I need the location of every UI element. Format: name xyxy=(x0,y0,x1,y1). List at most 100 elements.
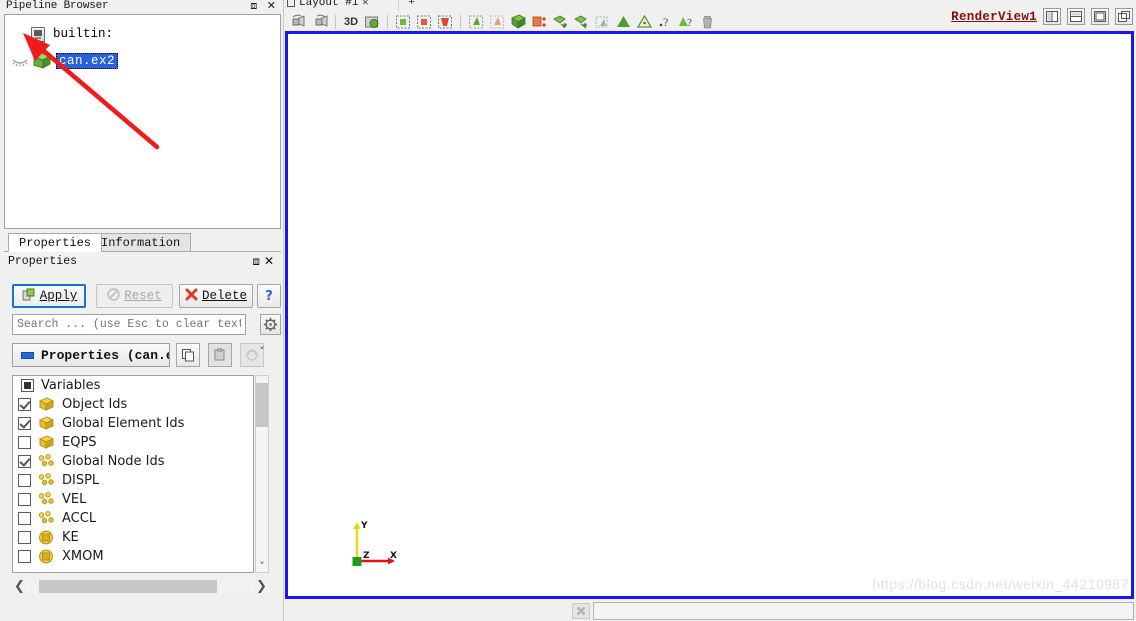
plot-selection-icon[interactable] xyxy=(614,13,632,31)
point-data-icon xyxy=(38,492,55,507)
hover-points-icon[interactable] xyxy=(593,13,611,31)
variable-checkbox[interactable] xyxy=(18,436,31,449)
collapse-icon xyxy=(21,351,34,359)
variable-checkbox[interactable] xyxy=(18,398,31,411)
variables-rows: Object Ids Global Element Ids EQPS Global N… xyxy=(13,395,253,566)
pipeline-item-can-ex2-label: can.ex2 xyxy=(56,53,119,69)
variables-scrollbar-thumb[interactable] xyxy=(256,383,268,427)
hover-cells-icon[interactable] xyxy=(572,13,590,31)
properties-horizontal-scrollbar[interactable]: ❮ ❯ xyxy=(12,578,269,594)
delete-button[interactable]: Delete xyxy=(179,284,253,308)
close-icon[interactable]: ✕ xyxy=(362,0,368,9)
properties-group-row: Properties (can.e xyxy=(12,343,272,367)
properties-dock-buttons[interactable]: ⧈✕ xyxy=(252,254,278,269)
delete-icon xyxy=(185,288,198,305)
variable-label: KE xyxy=(62,530,79,545)
find-data-icon[interactable]: ? xyxy=(656,13,674,31)
paste-icon[interactable] xyxy=(208,343,232,367)
gear-icon[interactable] xyxy=(260,314,281,335)
variable-checkbox[interactable] xyxy=(18,417,31,430)
select-cells-frustum-icon[interactable] xyxy=(436,13,454,31)
variables-header-row[interactable]: Variables xyxy=(13,376,253,395)
undock-button[interactable] xyxy=(1115,8,1133,25)
help-button[interactable]: ? xyxy=(257,284,281,308)
select-block-icon[interactable] xyxy=(509,13,527,31)
search-input[interactable] xyxy=(12,314,246,335)
pipeline-item-can-ex2[interactable]: can.ex2 xyxy=(11,51,119,71)
chevron-left-icon[interactable]: ❮ xyxy=(12,578,27,594)
camera-interaction-icon[interactable] xyxy=(363,13,381,31)
variable-checkbox[interactable] xyxy=(18,550,31,563)
variable-label: ACCL xyxy=(62,511,97,526)
select-cells-polygon-icon[interactable] xyxy=(467,13,485,31)
variables-header-checkbox[interactable] xyxy=(21,379,34,392)
layout-tab[interactable]: Layout #1 ✕ xyxy=(287,0,368,11)
point-data-icon xyxy=(38,473,55,488)
orientation-axes-widget[interactable]: Y X Z xyxy=(351,516,411,571)
apply-button[interactable]: Apply xyxy=(12,284,86,308)
reset-button[interactable]: Reset xyxy=(96,284,173,308)
variable-label: XMOM xyxy=(62,549,104,564)
variable-row[interactable]: XMOM xyxy=(13,547,253,566)
toolbar-separator xyxy=(387,14,388,29)
variable-row[interactable]: Global Node Ids xyxy=(13,452,253,471)
variables-list[interactable]: Variables Object Ids Global Element Ids EQ… xyxy=(12,375,254,573)
chevron-down-icon[interactable]: ˅ xyxy=(255,559,269,573)
chevron-right-icon[interactable]: ❯ xyxy=(254,578,269,594)
copy-icon[interactable] xyxy=(176,343,200,367)
chevron-up-icon[interactable]: ˅ xyxy=(255,344,269,358)
extract-selection-icon[interactable] xyxy=(635,13,653,31)
render-view-canvas[interactable]: Y X Z https://blog.csdn.net/weixin_44210… xyxy=(285,31,1134,599)
split-horizontal-button[interactable] xyxy=(1043,8,1061,25)
variable-row[interactable]: Object Ids xyxy=(13,395,253,414)
properties-action-buttons: Apply Reset Delete ? xyxy=(8,284,281,310)
variable-checkbox[interactable] xyxy=(18,474,31,487)
pipeline-dock-buttons[interactable]: ⧈ ✕ xyxy=(250,0,279,13)
toolbar-separator xyxy=(335,14,336,29)
query-icon[interactable]: ? xyxy=(677,13,695,31)
variable-label: EQPS xyxy=(62,435,97,450)
variable-row[interactable]: Global Element Ids xyxy=(13,414,253,433)
cancel-icon[interactable] xyxy=(572,603,590,619)
delete-button-label: Delete xyxy=(201,289,247,303)
variable-checkbox[interactable] xyxy=(18,512,31,525)
camera-undo-icon[interactable] xyxy=(290,13,308,31)
variable-row[interactable]: VEL xyxy=(13,490,253,509)
variable-checkbox[interactable] xyxy=(18,531,31,544)
maximize-button[interactable] xyxy=(1091,8,1109,25)
variable-label: Global Element Ids xyxy=(62,416,185,431)
hscroll-track[interactable] xyxy=(27,579,254,593)
variable-row[interactable]: ACCL xyxy=(13,509,253,528)
variable-row[interactable]: EQPS xyxy=(13,433,253,452)
apply-button-label: Apply xyxy=(39,289,78,303)
clear-selection-icon[interactable] xyxy=(698,13,716,31)
hscroll-thumb[interactable] xyxy=(39,579,217,593)
interactive-select-points-icon[interactable] xyxy=(551,13,569,31)
eye-closed-icon[interactable] xyxy=(11,54,29,68)
select-points-polygon-icon[interactable] xyxy=(488,13,506,31)
properties-group-header[interactable]: Properties (can.e xyxy=(12,343,170,367)
pipeline-item-builtin-label: builtin: xyxy=(53,27,114,41)
render-view-title[interactable]: RenderView1 xyxy=(951,10,1037,24)
tab-properties[interactable]: Properties xyxy=(8,233,103,252)
variable-row[interactable]: KE xyxy=(13,528,253,547)
split-vertical-button[interactable] xyxy=(1067,8,1085,25)
variable-row[interactable]: DISPL xyxy=(13,471,253,490)
variable-checkbox[interactable] xyxy=(18,455,31,468)
render-view-header: RenderView1 xyxy=(951,8,1133,25)
pipeline-browser-title: Pipeline Browser xyxy=(6,0,109,12)
select-cells-surface-icon[interactable] xyxy=(394,13,412,31)
new-layout-tab-button[interactable]: + xyxy=(398,0,424,11)
progress-bar xyxy=(593,602,1134,620)
select-points-surface-icon[interactable] xyxy=(415,13,433,31)
tab-information[interactable]: Information xyxy=(90,233,192,252)
green-cube-icon xyxy=(31,52,53,71)
mode-3d-label[interactable]: 3D xyxy=(342,13,360,31)
cell-data-icon xyxy=(38,435,55,450)
pipeline-item-builtin[interactable]: builtin: xyxy=(31,24,115,44)
camera-redo-icon[interactable] xyxy=(311,13,329,31)
variable-checkbox[interactable] xyxy=(18,493,31,506)
pipeline-browser-list[interactable]: builtin: can.ex2 xyxy=(4,14,281,229)
cell-data-icon xyxy=(38,416,55,431)
interactive-select-cells-icon[interactable] xyxy=(530,13,548,31)
